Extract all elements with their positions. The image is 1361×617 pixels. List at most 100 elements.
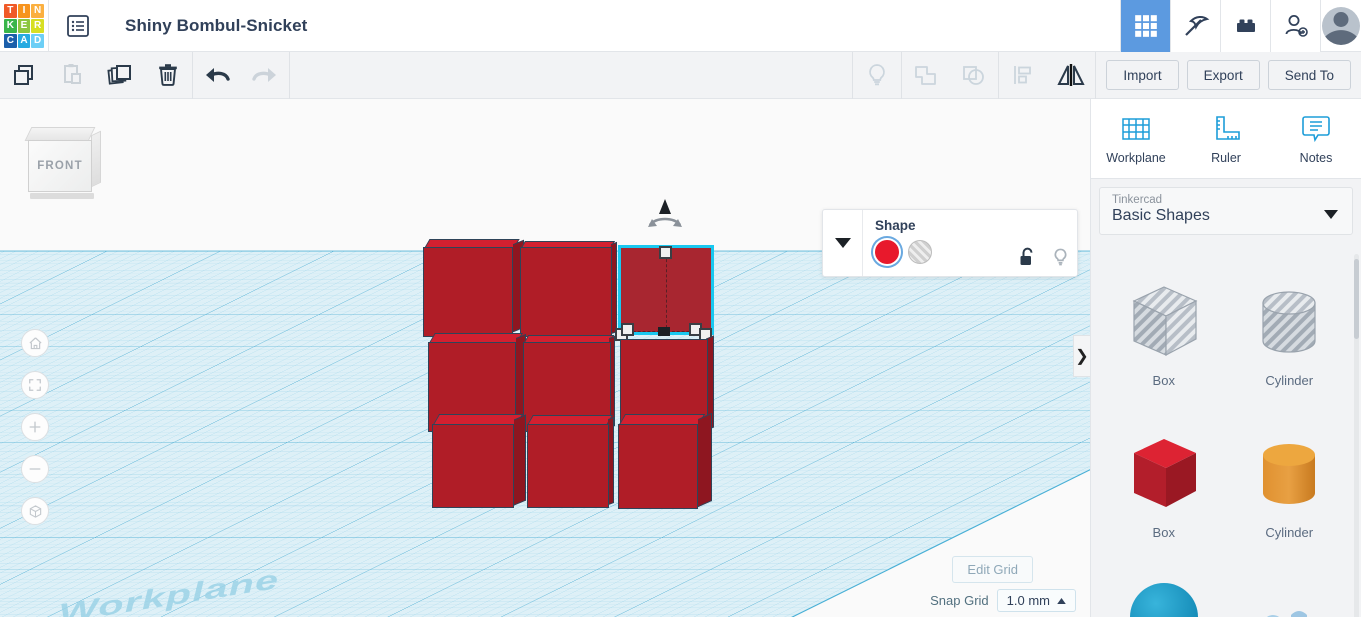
top-bar-actions <box>1120 0 1361 52</box>
unlock-icon[interactable] <box>1019 247 1036 267</box>
box-front-face <box>520 247 612 337</box>
sidebar-tool-workplane[interactable]: Workplane <box>1091 99 1181 178</box>
fit-frame-icon <box>28 378 42 392</box>
grid-apps-glyph <box>1133 13 1159 39</box>
edit-grid-button[interactable]: Edit Grid <box>952 556 1033 583</box>
blocks-glyph <box>1232 12 1260 40</box>
box-front-face <box>527 424 609 508</box>
logo-tile-r: R <box>31 19 44 33</box>
copy-icon[interactable] <box>0 52 48 99</box>
library-value: Basic Shapes <box>1112 207 1340 225</box>
resize-handle-bottom-left-inner[interactable] <box>621 323 634 336</box>
box-side-face <box>514 414 526 505</box>
lightbulb-icon[interactable] <box>1052 247 1069 267</box>
file-actions: Import Export Send To <box>1096 60 1361 90</box>
export-button[interactable]: Export <box>1187 60 1260 90</box>
duplicate-icon[interactable] <box>96 52 144 99</box>
undo-glyph <box>202 63 232 87</box>
library-selector[interactable]: Tinkercad Basic Shapes <box>1099 187 1353 235</box>
redo-icon[interactable] <box>241 52 289 99</box>
top-bar: TINKERCAD Shiny Bombul-Snicket <box>0 0 1361 52</box>
shape-art <box>1243 417 1335 529</box>
shape-hole-box[interactable]: Box <box>1101 265 1227 417</box>
view-cube[interactable]: FRONT <box>22 127 102 201</box>
shape-panel-body: Shape <box>863 210 1077 276</box>
shape-label: Box <box>1153 373 1175 388</box>
delete-trash-icon[interactable] <box>144 52 192 99</box>
shape-panel-title: Shape <box>875 218 1067 233</box>
view-cube-side[interactable] <box>91 131 101 188</box>
shape-panel-collapse-button[interactable] <box>823 210 863 276</box>
logo-tile-a: A <box>18 34 31 48</box>
rotate-gizmo[interactable] <box>640 197 690 233</box>
shape-hole-cylinder[interactable]: Cylinder <box>1227 265 1353 417</box>
3d-viewport[interactable]: Workplane <box>0 99 1090 617</box>
rotate-gizmo-glyph <box>640 197 690 233</box>
import-button[interactable]: Import <box>1106 60 1178 90</box>
solid-color-swatch[interactable] <box>875 240 899 264</box>
shape-art <box>1243 569 1335 617</box>
view-cube-top[interactable] <box>25 127 96 141</box>
snap-grid-select[interactable]: 1.0 mm <box>997 589 1076 612</box>
library-label: Tinkercad <box>1112 194 1340 206</box>
shape-box[interactable]: Box <box>1101 417 1227 569</box>
shape-partial[interactable] <box>1227 569 1353 617</box>
hole-box-icon <box>1118 275 1210 367</box>
logo-tile-t: T <box>4 4 17 18</box>
lightbulb-glyph <box>864 62 890 88</box>
avatar[interactable] <box>1320 0 1361 52</box>
panel-toggle-button[interactable]: ❯ <box>1073 335 1090 377</box>
perspective-toggle-button[interactable] <box>21 497 49 525</box>
cube-perspective-icon <box>28 504 43 519</box>
fit-to-view-button[interactable] <box>21 371 49 399</box>
shape-sphere[interactable] <box>1101 569 1227 617</box>
resize-handle-top-center[interactable] <box>659 246 672 259</box>
shape-label: Box <box>1153 525 1175 540</box>
hole-cylinder-icon <box>1243 275 1335 367</box>
document-title[interactable]: Shiny Bombul-Snicket <box>107 16 307 36</box>
shapes-sidebar: Workplane Ruler Notes <box>1090 99 1361 617</box>
sidebar-tool-label: Workplane <box>1106 151 1166 165</box>
tinkercad-logo[interactable]: TINKERCAD <box>0 0 48 52</box>
blocks-icon[interactable] <box>1220 0 1270 52</box>
add-user-icon[interactable] <box>1270 0 1320 52</box>
pickaxe-icon[interactable] <box>1170 0 1220 52</box>
group-icon[interactable] <box>902 52 950 99</box>
hint-lightbulb-icon[interactable] <box>853 52 901 99</box>
shape-panel-actions <box>1019 247 1069 267</box>
logo-tile-d: D <box>31 34 44 48</box>
send-to-button[interactable]: Send To <box>1268 60 1351 90</box>
caret-down-icon <box>1324 210 1338 219</box>
shape-art <box>1243 265 1335 377</box>
box-icon <box>1118 427 1210 519</box>
sidebar-tool-notes[interactable]: Notes <box>1271 99 1361 178</box>
shape-label: Cylinder <box>1265 525 1313 540</box>
grid-apps-icon[interactable] <box>1120 0 1170 52</box>
pickaxe-glyph <box>1182 12 1210 40</box>
paste-icon[interactable] <box>48 52 96 99</box>
mirror-flip-icon[interactable] <box>1047 52 1095 99</box>
ungroup-icon[interactable] <box>950 52 998 99</box>
view-cube-front[interactable]: FRONT <box>28 140 92 192</box>
resize-handle-bottom-center[interactable] <box>658 327 670 336</box>
snap-grid-value: 1.0 mm <box>1007 593 1050 608</box>
sidebar-tool-ruler[interactable]: Ruler <box>1181 99 1271 178</box>
home-view-button[interactable] <box>21 329 49 357</box>
edit-toolbar: Import Export Send To <box>0 52 1361 99</box>
caret-up-icon <box>1057 598 1066 604</box>
align-icon[interactable] <box>999 52 1047 99</box>
zoom-in-button[interactable] <box>21 413 49 441</box>
sidebar-tools: Workplane Ruler Notes <box>1091 99 1361 179</box>
shape-art <box>1118 417 1210 529</box>
undo-icon[interactable] <box>193 52 241 99</box>
shape-cylinder[interactable]: Cylinder <box>1227 417 1353 569</box>
minus-icon <box>28 462 42 476</box>
redo-glyph <box>250 63 280 87</box>
project-menu-button[interactable] <box>49 0 107 52</box>
user-avatar-image <box>1322 7 1360 45</box>
zoom-out-button[interactable] <box>21 455 49 483</box>
sphere-icon <box>1118 569 1210 617</box>
hole-swatch[interactable] <box>908 240 932 264</box>
light-shape-icon <box>1243 569 1335 617</box>
trash-glyph <box>155 62 181 88</box>
